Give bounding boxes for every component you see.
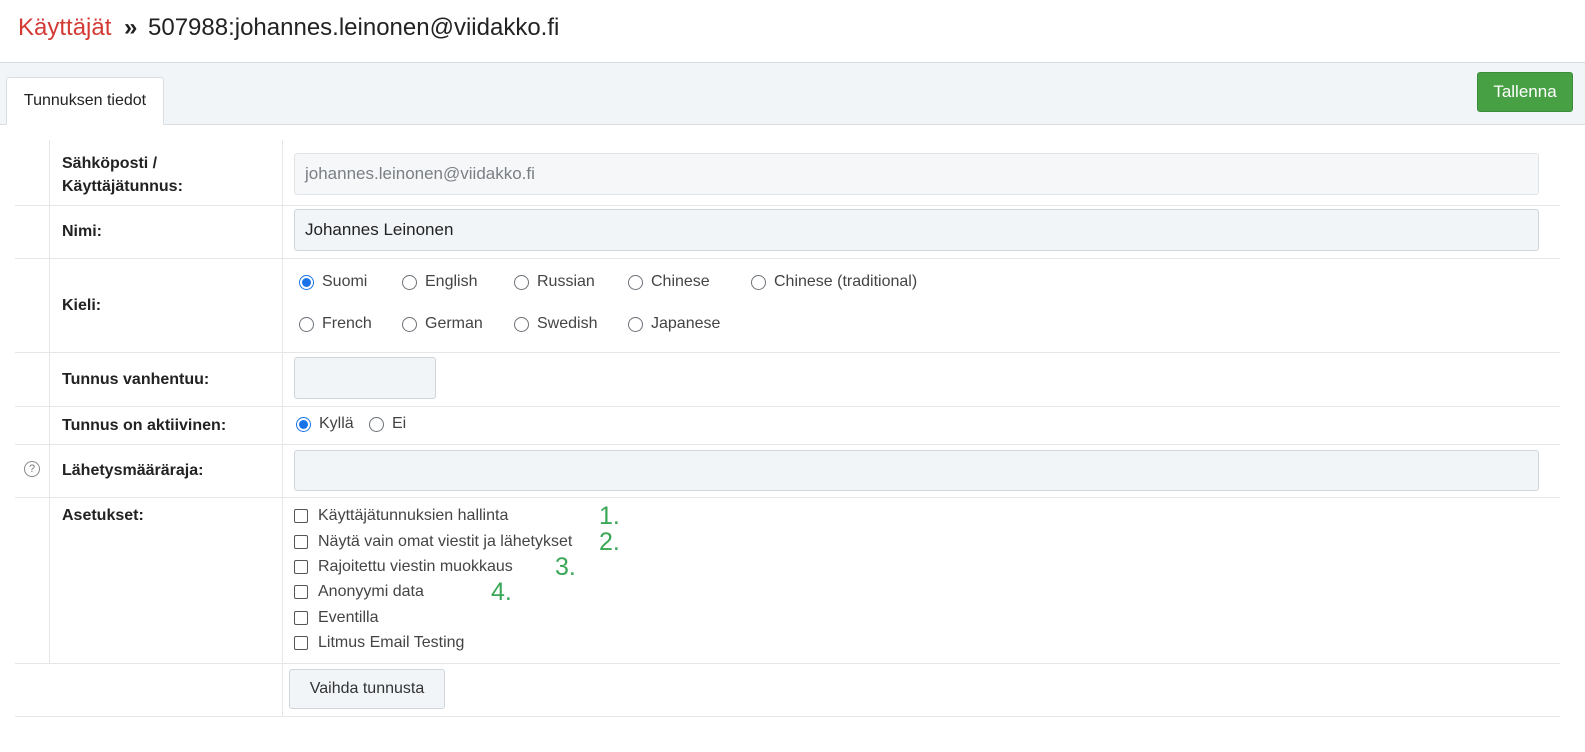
radio-icon[interactable]	[369, 416, 384, 432]
radio-icon[interactable]	[402, 274, 417, 290]
active-label: Tunnus on aktiivinen:	[62, 417, 227, 434]
setting-litmus[interactable]: Litmus Email Testing	[294, 634, 464, 652]
language-option-swedish[interactable]: Swedish	[514, 315, 597, 333]
radio-icon[interactable]	[628, 274, 643, 290]
radio-icon[interactable]	[402, 316, 417, 332]
email-field: johannes.leinonen@viidakko.fi	[294, 153, 1539, 195]
setting-eventilla[interactable]: Eventilla	[294, 609, 378, 627]
radio-icon[interactable]	[299, 274, 314, 290]
language-row: Kieli: Suomi English Russian Chinese Chi…	[15, 259, 1560, 353]
setting-restricted-editing[interactable]: Rajoitettu viestin muokkaus	[294, 558, 513, 576]
radio-icon[interactable]	[299, 316, 314, 332]
breadcrumb-users-link[interactable]: Käyttäjät	[18, 14, 111, 42]
change-account-row: Vaihda tunnusta	[15, 664, 1560, 717]
radio-icon[interactable]	[751, 274, 766, 290]
expires-label: Tunnus vanhentuu:	[62, 371, 210, 388]
annotation-marker-1: 1.	[599, 502, 620, 530]
tab-account-details[interactable]: Tunnuksen tiedot	[6, 77, 164, 125]
expires-date-input[interactable]	[294, 357, 436, 399]
language-option-japanese[interactable]: Japanese	[628, 315, 720, 333]
active-row: Tunnus on aktiivinen: Kyllä Ei	[15, 407, 1560, 445]
setting-own-messages-only[interactable]: Näytä vain omat viestit ja lähetykset	[294, 533, 572, 551]
send-limit-row: ? Lähetysmääräraja:	[15, 445, 1560, 498]
save-button[interactable]: Tallenna	[1477, 72, 1573, 112]
checkbox-icon[interactable]	[294, 535, 308, 549]
annotation-marker-3: 3.	[555, 553, 576, 581]
email-label-line1: Sähköposti /	[62, 155, 158, 172]
radio-icon[interactable]	[514, 274, 529, 290]
email-label-line2: Käyttäjätunnus:	[62, 178, 183, 195]
setting-anonymous-data[interactable]: Anonyymi data	[294, 583, 424, 601]
send-limit-label: Lähetysmääräraja:	[62, 462, 204, 479]
language-option-german[interactable]: German	[402, 315, 483, 333]
language-label: Kieli:	[62, 297, 102, 314]
checkbox-icon[interactable]	[294, 585, 308, 599]
active-option-yes[interactable]: Kyllä	[296, 415, 354, 433]
annotation-marker-2: 2.	[599, 528, 620, 556]
language-option-russian[interactable]: Russian	[514, 273, 595, 291]
expires-row: Tunnus vanhentuu:	[15, 353, 1560, 407]
help-icon[interactable]: ?	[24, 461, 40, 477]
name-row: Nimi: Johannes Leinonen	[15, 206, 1560, 259]
change-account-button[interactable]: Vaihda tunnusta	[289, 669, 445, 709]
email-label: Sähköposti / Käyttäjätunnus:	[62, 152, 183, 198]
radio-icon[interactable]	[628, 316, 643, 332]
checkbox-icon[interactable]	[294, 509, 308, 523]
language-option-french[interactable]: French	[299, 315, 372, 333]
language-option-suomi[interactable]: Suomi	[299, 273, 367, 291]
page-title: 507988:johannes.leinonen@viidakko.fi	[148, 14, 560, 41]
breadcrumb-separator: »	[124, 14, 138, 41]
name-label: Nimi:	[62, 223, 102, 240]
radio-icon[interactable]	[296, 416, 311, 432]
checkbox-icon[interactable]	[294, 611, 308, 625]
setting-user-management[interactable]: Käyttäjätunnuksien hallinta	[294, 507, 508, 525]
language-option-english[interactable]: English	[402, 273, 477, 291]
annotation-marker-4: 4.	[491, 578, 512, 606]
settings-row: Asetukset: Käyttäjätunnuksien hallinta N…	[15, 498, 1560, 664]
settings-label: Asetukset:	[62, 507, 144, 524]
page-header: Käyttäjät » 507988:johannes.leinonen@vii…	[0, 0, 1585, 63]
radio-icon[interactable]	[514, 316, 529, 332]
name-input[interactable]: Johannes Leinonen	[294, 209, 1539, 251]
language-option-chinese[interactable]: Chinese	[628, 273, 710, 291]
email-row: Sähköposti / Käyttäjätunnus: johannes.le…	[15, 140, 1560, 206]
send-limit-input[interactable]	[294, 450, 1539, 491]
checkbox-icon[interactable]	[294, 560, 308, 574]
language-option-chinese-traditional[interactable]: Chinese (traditional)	[751, 273, 917, 291]
checkbox-icon[interactable]	[294, 636, 308, 650]
tab-bar: Tunnuksen tiedot Tallenna	[0, 63, 1585, 125]
active-option-no[interactable]: Ei	[369, 415, 406, 433]
